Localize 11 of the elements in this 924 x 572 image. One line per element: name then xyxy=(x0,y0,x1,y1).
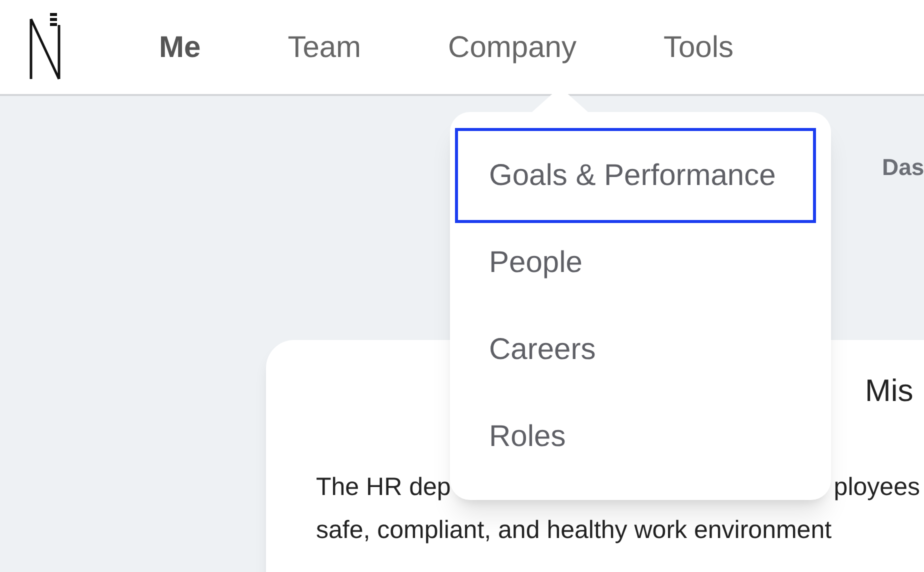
menu-item[interactable]: Goals & Performance xyxy=(455,128,816,223)
nav-tab[interactable]: Tools xyxy=(663,24,734,70)
card-title: Mis xyxy=(865,372,914,410)
paragraph-text: safe, compliant, and healthy work environment xyxy=(316,515,832,546)
nav-tab[interactable]: Team xyxy=(288,24,362,70)
nav-tab[interactable]: Me xyxy=(159,24,201,70)
paragraph-text: ployees xyxy=(834,472,920,502)
section-heading: Das xyxy=(882,153,924,182)
paragraph-text: The HR dep xyxy=(316,472,451,502)
nav-tab[interactable]: Company xyxy=(448,24,576,70)
logo-icon xyxy=(29,13,61,81)
